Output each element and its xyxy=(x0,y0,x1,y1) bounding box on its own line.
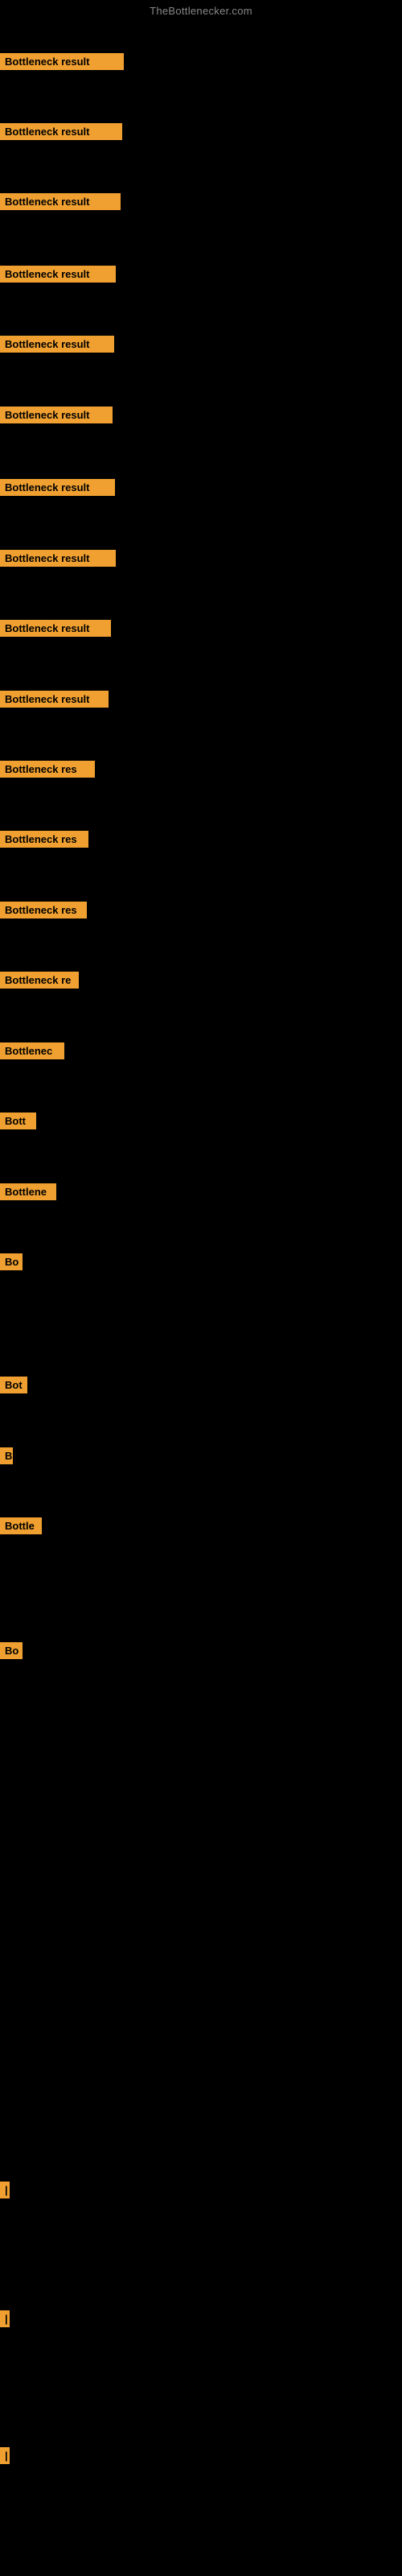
bottleneck-label-24: | xyxy=(0,2310,10,2327)
bottleneck-label-22: Bo xyxy=(0,1642,23,1659)
bottleneck-label-7: Bottleneck result xyxy=(0,479,115,496)
bottleneck-label-1: Bottleneck result xyxy=(0,53,124,70)
bottleneck-row-21: Bottle xyxy=(0,1509,42,1542)
bottleneck-row-5: Bottleneck result xyxy=(0,328,114,360)
site-title: TheBottlenecker.com xyxy=(0,0,402,20)
bottleneck-row-2: Bottleneck result xyxy=(0,115,122,147)
bottleneck-row-3: Bottleneck result xyxy=(0,185,121,217)
bottleneck-row-23: | xyxy=(0,2174,10,2206)
bottleneck-label-11: Bottleneck res xyxy=(0,761,95,778)
bottleneck-label-23: | xyxy=(0,2182,10,2198)
bottleneck-row-20: B xyxy=(0,1439,13,1472)
bottleneck-row-12: Bottleneck res xyxy=(0,823,88,855)
bottleneck-label-15: Bottlenec xyxy=(0,1042,64,1059)
bottleneck-row-24: | xyxy=(0,2302,10,2334)
bottleneck-row-8: Bottleneck result xyxy=(0,542,116,574)
bottleneck-row-14: Bottleneck re xyxy=(0,964,79,996)
bottleneck-label-6: Bottleneck result xyxy=(0,407,113,423)
bottleneck-label-18: Bo xyxy=(0,1253,23,1270)
bottleneck-label-17: Bottlene xyxy=(0,1183,56,1200)
bottleneck-row-18: Bo xyxy=(0,1245,23,1278)
bottleneck-row-22: Bo xyxy=(0,1634,23,1666)
bottleneck-row-9: Bottleneck result xyxy=(0,612,111,644)
bottleneck-label-14: Bottleneck re xyxy=(0,972,79,989)
bottleneck-row-17: Bottlene xyxy=(0,1175,56,1208)
bottleneck-label-16: Bott xyxy=(0,1113,36,1129)
bottleneck-label-13: Bottleneck res xyxy=(0,902,87,919)
bottleneck-row-19: Bot xyxy=(0,1368,27,1401)
bottleneck-label-12: Bottleneck res xyxy=(0,831,88,848)
bottleneck-label-9: Bottleneck result xyxy=(0,620,111,637)
bottleneck-label-5: Bottleneck result xyxy=(0,336,114,353)
bottleneck-row-25: | xyxy=(0,2439,10,2471)
bottleneck-row-15: Bottlenec xyxy=(0,1034,64,1067)
bottleneck-label-2: Bottleneck result xyxy=(0,123,122,140)
bottleneck-label-20: B xyxy=(0,1447,13,1464)
bottleneck-label-21: Bottle xyxy=(0,1517,42,1534)
bottleneck-row-7: Bottleneck result xyxy=(0,471,115,503)
bottleneck-row-11: Bottleneck res xyxy=(0,753,95,785)
bottleneck-label-3: Bottleneck result xyxy=(0,193,121,210)
bottleneck-row-1: Bottleneck result xyxy=(0,45,124,77)
bottleneck-label-25: | xyxy=(0,2447,10,2464)
bottleneck-label-19: Bot xyxy=(0,1377,27,1393)
bottleneck-row-6: Bottleneck result xyxy=(0,398,113,431)
bottleneck-label-4: Bottleneck result xyxy=(0,266,116,283)
bottleneck-row-10: Bottleneck result xyxy=(0,683,109,715)
bottleneck-label-10: Bottleneck result xyxy=(0,691,109,708)
bottleneck-row-13: Bottleneck res xyxy=(0,894,87,926)
bottleneck-row-4: Bottleneck result xyxy=(0,258,116,290)
page-container: TheBottlenecker.com Bottleneck result Bot… xyxy=(0,0,402,2576)
bottleneck-label-8: Bottleneck result xyxy=(0,550,116,567)
bottleneck-row-16: Bott xyxy=(0,1104,36,1137)
